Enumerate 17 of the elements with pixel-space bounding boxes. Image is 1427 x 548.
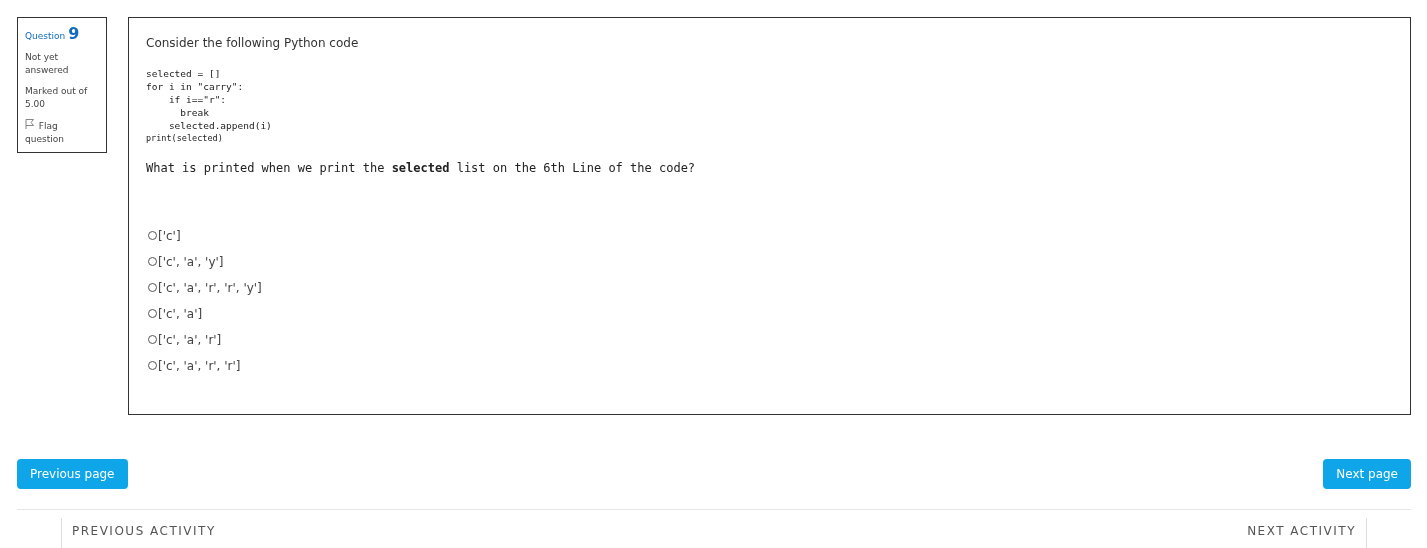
next-activity-link[interactable]: NEXT ACTIVITY: [1247, 518, 1367, 548]
answer-option[interactable]: ['c', 'a']: [148, 305, 1393, 322]
question-status: Not yet answered: [25, 51, 70, 77]
question-mark: Marked out of 5.00: [25, 85, 89, 111]
code-text: selected = [] for i in "carry": if i=="r": break selected.append(i): [146, 67, 273, 132]
flag-icon: [25, 119, 34, 129]
answer-option[interactable]: ['c']: [148, 227, 1393, 244]
answer-option[interactable]: ['c', 'a', 'r']: [148, 331, 1393, 348]
answer-option[interactable]: ['c', 'a', 'r', 'r']: [148, 357, 1393, 374]
code-line: print(selected): [146, 132, 224, 144]
question-intro: Consider the following Python code: [146, 36, 360, 50]
question-prompt: What is printed when we print the selected list on the 6th Line of the code?: [146, 161, 697, 175]
answer-option[interactable]: ['c', 'a', 'y']: [148, 253, 1393, 270]
question-number: Question 9: [25, 24, 81, 43]
previous-activity-link[interactable]: PREVIOUS ACTIVITY: [61, 518, 216, 548]
flag-question-link[interactable]: Flag question: [25, 119, 99, 146]
answer-option[interactable]: ['c', 'a', 'r', 'r', 'y']: [148, 279, 1393, 296]
